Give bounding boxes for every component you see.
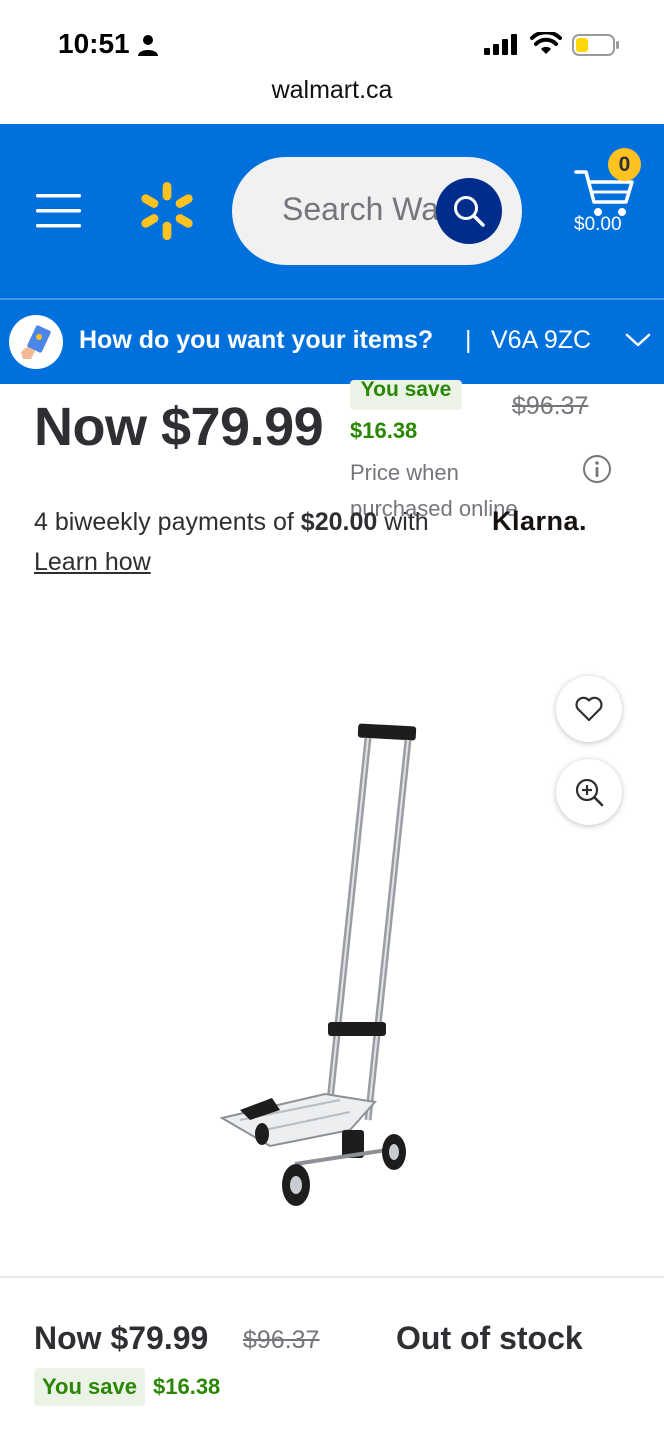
favorite-button[interactable]	[556, 676, 622, 742]
search-button[interactable]	[436, 178, 502, 244]
klarna-logo: Klarna.	[492, 506, 588, 536]
search-icon	[454, 196, 485, 227]
delivery-question: How do you want your items?	[79, 326, 434, 354]
status-bar: 10:51	[0, 0, 664, 70]
sticky-price-bar: Now $79.99 $96.37 Out of stock You save …	[0, 1276, 664, 1440]
klarna-payment-text: 4 biweekly payments of $20.00 with	[34, 508, 429, 537]
now-price: Now $79.99	[34, 397, 324, 457]
chevron-down-icon[interactable]	[624, 330, 652, 350]
cellular-signal-icon	[484, 34, 517, 55]
info-icon[interactable]	[582, 454, 612, 484]
site-header: Search Wal 0 $0.00	[0, 124, 664, 298]
status-time: 10:51	[58, 28, 130, 59]
klarna-prefix: 4 biweekly payments of	[34, 508, 301, 536]
delivery-selector[interactable]: How do you want your items? | V6A 9ZC	[0, 300, 664, 384]
heart-icon	[575, 696, 603, 722]
save-amount: $16.38	[350, 418, 418, 443]
search-input[interactable]: Search Wal	[232, 157, 522, 265]
you-save-badge: You save	[350, 380, 462, 410]
delivery-phone-icon	[9, 315, 63, 369]
cart-total: $0.00	[574, 214, 622, 235]
person-icon	[138, 35, 158, 56]
browser-url[interactable]: walmart.ca	[0, 76, 664, 120]
walmart-spark-logo-icon[interactable]	[138, 180, 196, 242]
wifi-icon	[530, 32, 562, 54]
delivery-postal-code: V6A 9ZC	[491, 326, 591, 354]
klarna-amount: $20.00	[300, 508, 378, 536]
sticky-save-amount: $16.38	[153, 1374, 221, 1399]
stock-status: Out of stock	[396, 1320, 583, 1356]
you-save-label: You save	[360, 380, 452, 401]
sticky-you-save-badge: You save	[34, 1368, 145, 1406]
was-price: $96.37	[512, 392, 589, 420]
battery-icon	[572, 34, 619, 56]
learn-how-link[interactable]: Learn how	[34, 548, 151, 577]
zoom-in-icon	[575, 778, 604, 807]
hamburger-menu-icon[interactable]	[36, 194, 81, 228]
sticky-was-price: $96.37	[243, 1326, 320, 1354]
search-placeholder: Search Wal	[282, 191, 447, 227]
zoom-button[interactable]	[556, 759, 622, 825]
product-image[interactable]	[200, 700, 440, 1220]
delivery-separator: |	[465, 326, 472, 354]
klarna-suffix: with	[377, 508, 429, 536]
sticky-now-price: Now $79.99	[34, 1320, 209, 1356]
cart-count-badge: 0	[608, 148, 641, 181]
